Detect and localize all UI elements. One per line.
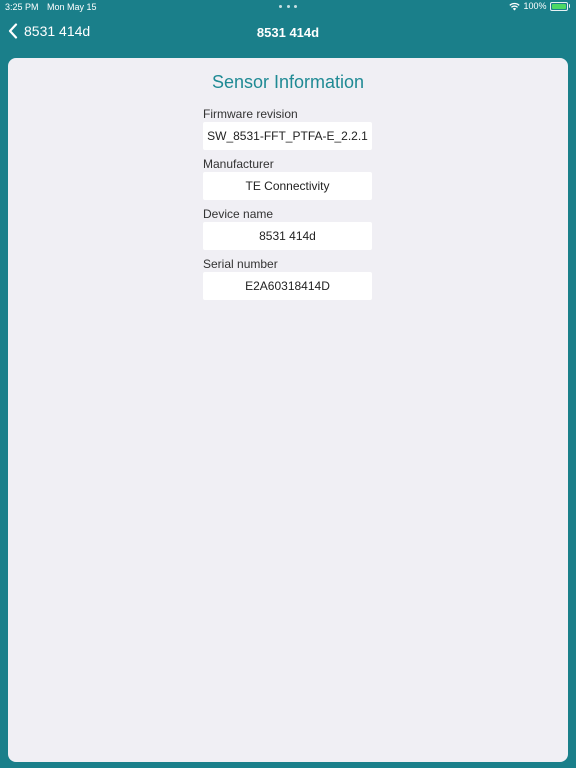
battery-cap <box>568 4 570 8</box>
nav-title: 8531 414d <box>256 25 320 40</box>
manufacturer-label: Manufacturer <box>203 157 274 171</box>
device-name-label: Device name <box>203 207 274 221</box>
manufacturer-field: TE Connectivity <box>203 172 372 200</box>
status-time: 3:25 PM <box>5 2 39 12</box>
multitasking-dots-icon[interactable] <box>279 5 297 9</box>
battery-fill <box>551 3 566 9</box>
status-date: Mon May 15 <box>47 2 97 12</box>
status-indicators: 100% <box>509 1 570 11</box>
status-bar: 3:25 PM Mon May 15 100% <box>0 0 576 14</box>
device-name-field: 8531 414d <box>203 222 372 250</box>
battery-icon <box>549 1 568 11</box>
battery-percent: 100% <box>523 1 547 11</box>
firmware-revision-label: Firmware revision <box>203 107 298 121</box>
panel-title: Sensor Information <box>211 72 365 92</box>
sensor-info-panel: Sensor Information Firmware revision SW_… <box>8 58 568 762</box>
wifi-icon <box>509 2 521 10</box>
serial-number-field: E2A60318414D <box>203 272 372 300</box>
navigation-bar: 8531 414d 8531 414d <box>0 14 576 54</box>
firmware-revision-field: SW_8531-FFT_PTFA-E_2.2.1 <box>203 122 372 150</box>
serial-number-label: Serial number <box>203 257 278 271</box>
